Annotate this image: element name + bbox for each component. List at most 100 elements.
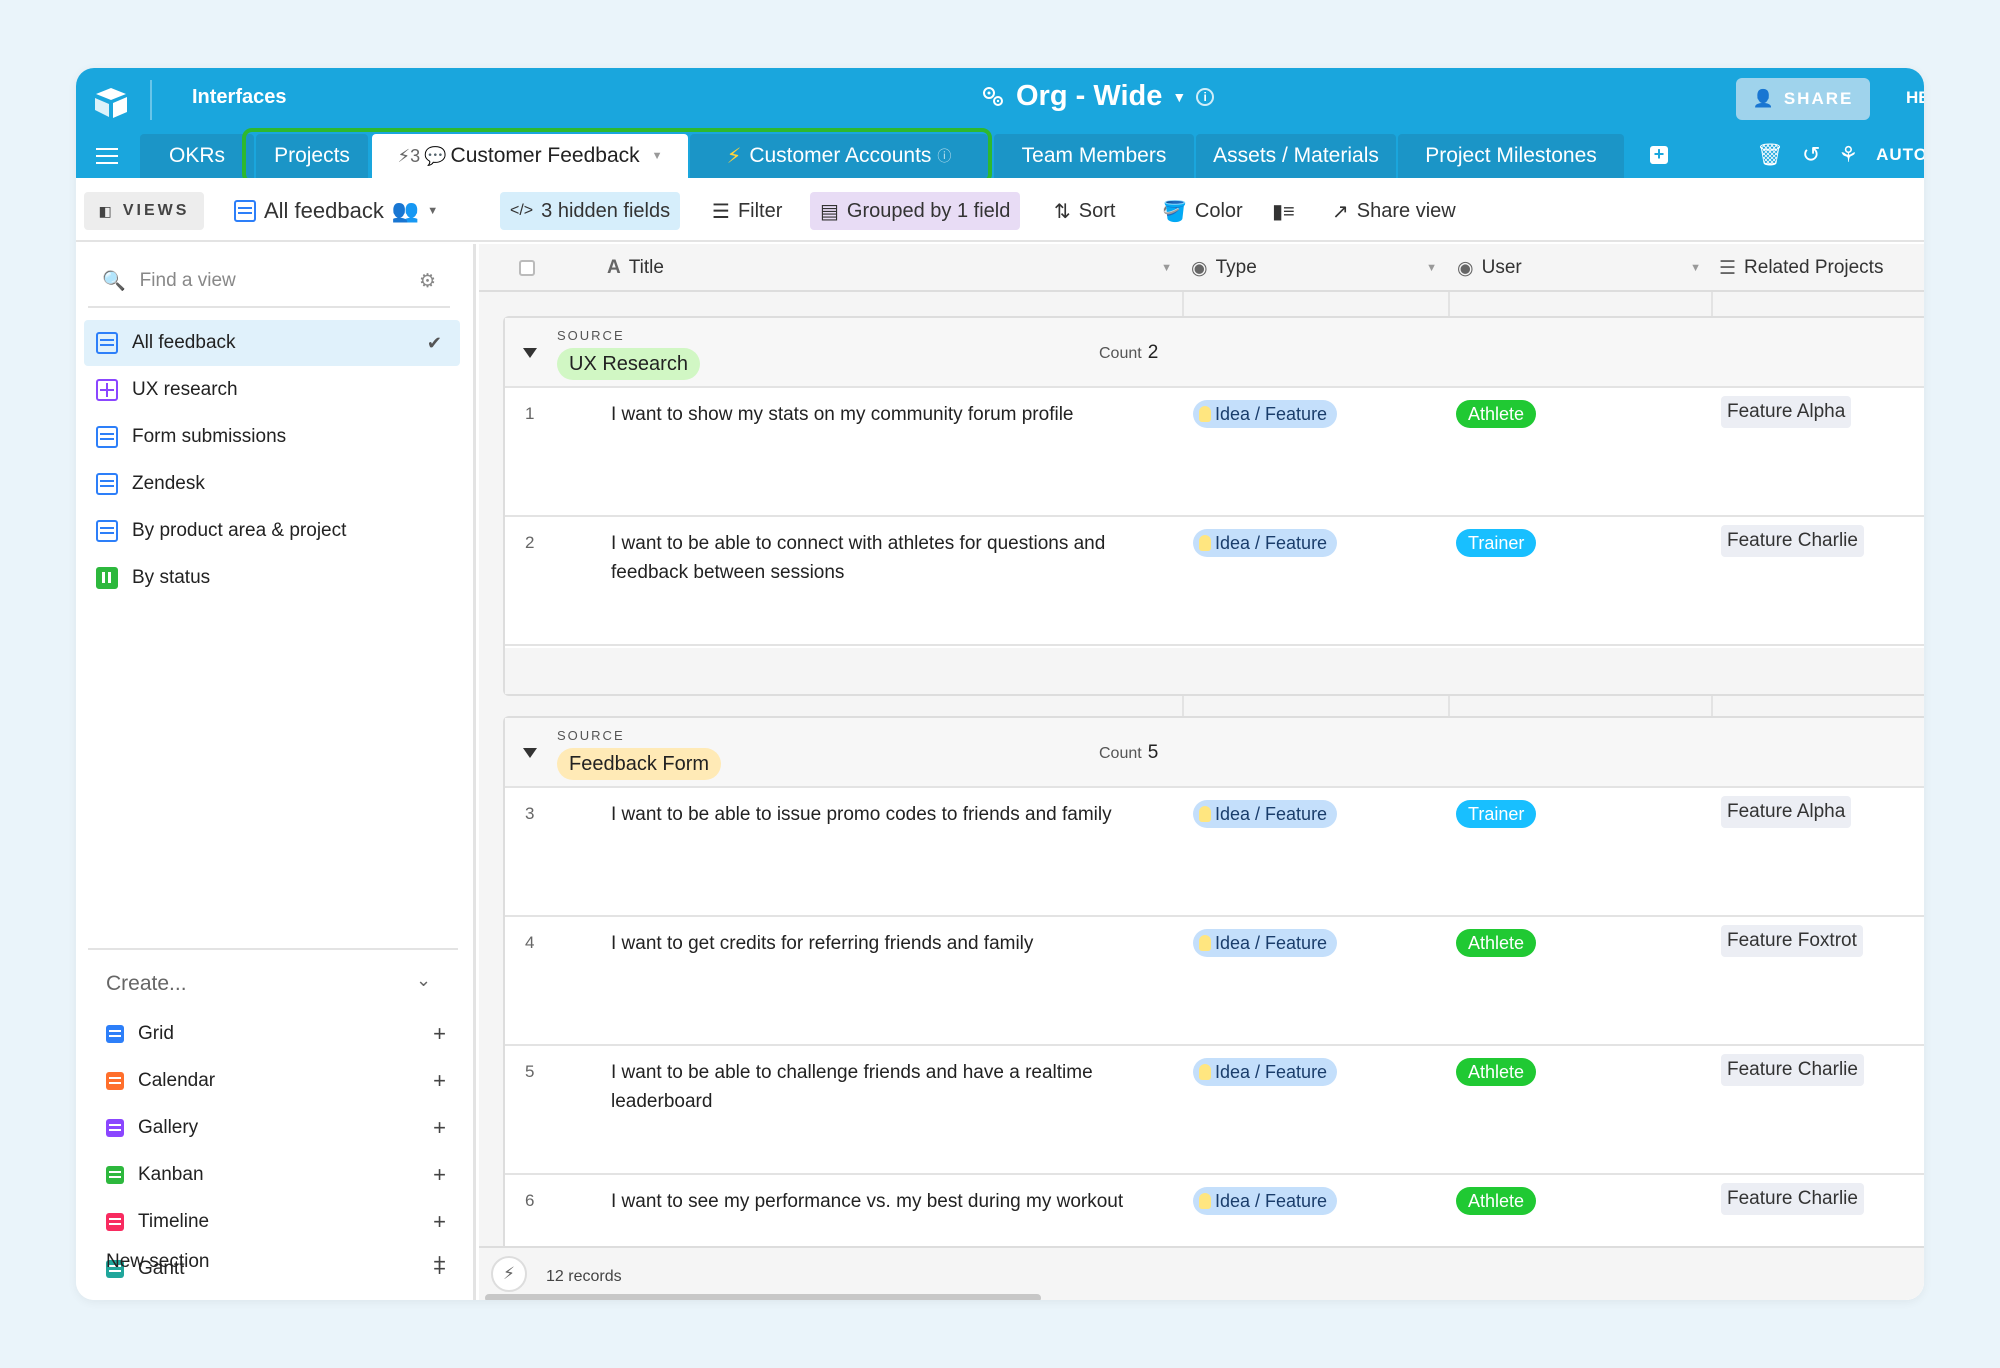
sidebar-item-zendesk[interactable]: Zendesk (84, 461, 460, 507)
grid-icon (96, 426, 118, 448)
project-pill[interactable]: Feature Foxtrot (1721, 925, 1863, 957)
sidebar-item-by-product-area[interactable]: By product area & project (84, 508, 460, 554)
find-view-input[interactable]: 🔍 Find a view ⚙ (88, 256, 450, 308)
project-pill[interactable]: Feature Alpha (1721, 796, 1852, 828)
single-select-icon: ◉ (1457, 257, 1474, 279)
create-grid-button[interactable]: Grid + (106, 1016, 446, 1052)
type-pill[interactable]: Idea / Feature (1193, 400, 1338, 428)
user-pill[interactable]: Athlete (1456, 1187, 1537, 1215)
collapse-triangle-icon[interactable] (523, 348, 537, 358)
title-cell[interactable]: I want to get credits for referring frie… (611, 929, 1151, 958)
help-link[interactable]: HE (1906, 88, 1924, 108)
info-icon[interactable]: i (1196, 87, 1215, 106)
view-label: All feedback (132, 332, 236, 353)
type-pill[interactable]: Idea / Feature (1193, 1058, 1338, 1086)
row-height-button[interactable]: ▮≡ (1262, 192, 1305, 230)
app-window: Interfaces Org - Wide ▼ i 👤 SHARE HE OKR… (76, 68, 1924, 1300)
group-header[interactable]: SOURCE UX Research Count 2 (505, 318, 1924, 388)
collapse-triangle-icon[interactable] (523, 748, 537, 758)
hidden-fields-button[interactable]: </> 3 hidden fields (500, 192, 681, 230)
project-pill[interactable]: Feature Charlie (1721, 1054, 1864, 1086)
grid-icon (234, 200, 256, 222)
view-switcher[interactable]: All feedback 👥 ▼ (224, 192, 448, 230)
add-table-icon[interactable]: + (1650, 145, 1668, 164)
base-title[interactable]: Org - Wide ▼ i (980, 80, 1215, 113)
project-pill[interactable]: Feature Charlie (1721, 1183, 1864, 1215)
tab-assets-materials[interactable]: Assets / Materials (1196, 134, 1396, 178)
create-label: Timeline (138, 1211, 210, 1232)
table-row[interactable]: 5 I want to be able to challenge friends… (505, 1046, 1924, 1175)
row-number: 5 (525, 1062, 535, 1081)
type-pill[interactable]: Idea / Feature (1193, 1187, 1338, 1215)
title-cell[interactable]: I want to be able to connect with athlet… (611, 529, 1151, 587)
chevron-down-icon[interactable]: ⌄ (416, 970, 431, 991)
filter-button[interactable]: ☰ Filter (702, 192, 792, 230)
group-button[interactable]: ▤ Grouped by 1 field (810, 192, 1021, 230)
type-label: Idea / Feature (1215, 803, 1328, 824)
group-icon: ▤ (820, 200, 839, 223)
sidebar-item-by-status[interactable]: By status (84, 555, 460, 601)
table-row[interactable]: 1 I want to show my stats on my communit… (505, 388, 1924, 517)
new-section-button[interactable] (106, 1298, 446, 1300)
tab-team-members[interactable]: Team Members (994, 134, 1194, 178)
user-pill[interactable]: Trainer (1456, 800, 1537, 828)
column-header-type[interactable]: ◉ Type ▼ (1191, 244, 1447, 292)
create-calendar-button[interactable]: Calendar + (106, 1063, 446, 1099)
current-view-name: All feedback (264, 198, 384, 223)
group-feedback-form: SOURCE Feedback Form Count 5 3 I want to … (503, 716, 1924, 1300)
new-section-button[interactable]: New section + (106, 1244, 446, 1280)
column-header-title[interactable]: A Title ▼ (607, 244, 1182, 292)
interfaces-link[interactable]: Interfaces (192, 86, 287, 109)
user-pill[interactable]: Athlete (1456, 1058, 1537, 1086)
airtable-logo-icon[interactable] (90, 82, 132, 124)
automations-label[interactable]: AUTOM (1876, 145, 1924, 165)
sort-label: Sort (1078, 199, 1116, 222)
title-cell[interactable]: I want to show my stats on my community … (611, 400, 1151, 429)
tab-project-milestones[interactable]: Project Milestones (1398, 134, 1624, 178)
gear-icon[interactable]: ⚙ (419, 270, 436, 293)
create-section-toggle[interactable]: Create... (106, 972, 187, 996)
user-pill[interactable]: Athlete (1456, 929, 1537, 957)
group-header[interactable]: SOURCE Feedback Form Count 5 (505, 718, 1924, 788)
type-pill[interactable]: Idea / Feature (1193, 529, 1338, 557)
menu-icon[interactable] (96, 148, 118, 164)
project-pill[interactable]: Feature Charlie (1721, 525, 1864, 557)
create-timeline-button[interactable]: Timeline + (106, 1204, 446, 1240)
history-icon[interactable]: ↺ (1802, 142, 1820, 168)
create-kanban-button[interactable]: Kanban + (106, 1157, 446, 1193)
top-bar: Interfaces Org - Wide ▼ i 👤 SHARE HE OKR… (76, 68, 1924, 184)
share-icon: ↗ (1332, 200, 1349, 223)
title-cell[interactable]: I want to see my performance vs. my best… (611, 1187, 1151, 1216)
user-pill[interactable]: Athlete (1456, 400, 1537, 428)
chevron-down-icon[interactable]: ▼ (1690, 262, 1701, 274)
tab-okrs[interactable]: OKRs (140, 134, 254, 178)
create-gallery-button[interactable]: Gallery + (106, 1110, 446, 1146)
type-pill[interactable]: Idea / Feature (1193, 929, 1338, 957)
chevron-down-icon[interactable]: ▼ (1426, 262, 1437, 274)
lightbulb-icon (1199, 935, 1211, 951)
user-pill[interactable]: Trainer (1456, 529, 1537, 557)
project-pill[interactable]: Feature Alpha (1721, 396, 1852, 428)
table-row[interactable]: 2 I want to be able to connect with athl… (505, 517, 1924, 646)
table-row[interactable]: 3 I want to be able to issue promo codes… (505, 788, 1924, 917)
share-view-button[interactable]: ↗ Share view (1322, 192, 1466, 230)
lightning-icon[interactable]: ⚡ (491, 1256, 527, 1292)
column-header-related-projects[interactable]: ☰ Related Projects (1719, 244, 1924, 292)
sidebar-item-form-submissions[interactable]: Form submissions (84, 414, 460, 460)
column-header-user[interactable]: ◉ User ▼ (1457, 244, 1711, 292)
automations-icon[interactable]: ⚘ (1838, 142, 1858, 168)
sort-button[interactable]: ⇅ Sort (1044, 192, 1125, 230)
sidebar-item-ux-research[interactable]: UX research (84, 367, 460, 413)
select-all-checkbox[interactable] (519, 260, 535, 276)
trash-icon[interactable]: 🗑 (1756, 142, 1784, 168)
sidebar-item-all-feedback[interactable]: All feedback ✔ (84, 320, 460, 366)
type-pill[interactable]: Idea / Feature (1193, 800, 1338, 828)
title-cell[interactable]: I want to be able to challenge friends a… (611, 1058, 1151, 1116)
horizontal-scrollbar[interactable] (485, 1294, 1041, 1300)
views-toggle-button[interactable]: ◧ VIEWS (84, 192, 204, 230)
chevron-down-icon[interactable]: ▼ (1161, 262, 1172, 274)
title-cell[interactable]: I want to be able to issue promo codes t… (611, 800, 1151, 829)
share-button[interactable]: 👤 SHARE (1736, 78, 1870, 120)
table-row[interactable]: 4 I want to get credits for referring fr… (505, 917, 1924, 1046)
color-button[interactable]: 🪣 Color (1152, 192, 1253, 230)
